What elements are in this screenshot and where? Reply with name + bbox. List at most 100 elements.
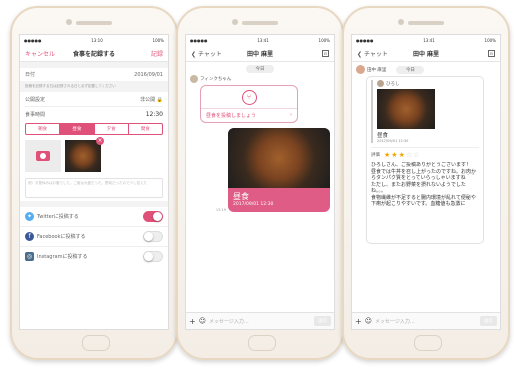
status-bar: ●●●●● 13:41 100% [186, 35, 334, 45]
signal-icon: ●●●●● [190, 37, 208, 43]
send-button[interactable]: 送信 [314, 316, 331, 326]
twitter-toggle[interactable] [143, 211, 163, 222]
home-button [414, 335, 442, 351]
battery-level: 100% [318, 37, 330, 43]
back-button[interactable]: ❮ チャット [357, 49, 388, 58]
front-camera [66, 19, 72, 25]
star-filled-icon: ★ [398, 151, 406, 159]
message-input[interactable]: メッセージ入力... [209, 318, 311, 325]
facebook-icon: f [25, 232, 34, 241]
battery-level: 100% [484, 37, 496, 43]
chevron-left-icon: ❮ [191, 50, 197, 58]
status-bar: ●●●●● 13:10 100% [20, 35, 168, 45]
date-chip: 今日 [396, 65, 425, 74]
back-button[interactable]: ❮ チャット [191, 49, 222, 58]
segment-snack[interactable]: 間食 [129, 124, 162, 134]
sender-row: 田中 麻里 今日 [352, 62, 500, 74]
prompt-card[interactable]: ⑂ 昼食を投稿しましょう › [200, 85, 298, 123]
plus-icon[interactable]: + [355, 317, 362, 326]
home-button [248, 335, 276, 351]
instagram-toggle[interactable] [143, 251, 163, 262]
status-time: 13:41 [257, 37, 269, 43]
date-label: 日付 [25, 72, 36, 78]
message-time: 13:19 [215, 208, 226, 212]
back-label: チャット [197, 50, 222, 58]
meal-datetime: 2017/09/01 12:30 [233, 202, 274, 207]
share-row-facebook: f Facebookに投稿する [20, 227, 168, 247]
meal-post-card[interactable]: 昼食 2017/09/01 12:30 [228, 128, 330, 212]
photo-row: × [20, 137, 168, 175]
meal-title: 昼食 [233, 192, 249, 201]
quoted-post[interactable]: ひろし 昼食 2017/09/01 12:30 [371, 80, 479, 143]
front-camera [232, 19, 238, 25]
food-photo [65, 140, 101, 172]
plus-icon[interactable]: + [189, 317, 196, 326]
front-camera [398, 19, 404, 25]
sender-name: フィンクちゃん [200, 77, 232, 82]
cancel-button[interactable]: キャンセル [25, 49, 55, 58]
screen-chat: ●●●●● 13:41 100% ❮ チャット 田中 麻里 ⊟ 今日 フィンクち… [185, 34, 335, 330]
sender-name: 田中 麻里 [367, 67, 387, 73]
public-value: 非公開 [140, 96, 156, 103]
segment-breakfast[interactable]: 朝食 [26, 124, 61, 134]
twitter-icon: ✦ [25, 212, 34, 221]
user-avatar [377, 80, 384, 87]
quoted-meal-title: 昼食 [377, 133, 389, 139]
star-empty-icon: ☆ [413, 151, 421, 159]
camera-icon [36, 151, 50, 161]
segment-lunch[interactable]: 昼食 [60, 124, 95, 134]
segment-dinner[interactable]: 夕食 [95, 124, 129, 134]
share-row-twitter: ✦ Twitterに投稿する [20, 207, 168, 227]
message-input[interactable]: メッセージ入力... [375, 318, 477, 325]
meal-time-label: 食事時間 [25, 111, 46, 118]
status-bar: ●●●●● 13:41 100% [352, 35, 500, 45]
lock-icon: 🔒 [156, 96, 163, 103]
signal-icon: ●●●●● [24, 37, 42, 43]
profile-icon[interactable]: ⊟ [487, 49, 495, 57]
home-button [82, 335, 110, 351]
remove-photo-icon[interactable]: × [96, 137, 104, 145]
meal-time-value: 12:30 [145, 110, 163, 118]
prompt-text: 昼食を投稿しましょう [206, 113, 257, 119]
screen-record-meal: ●●●●● 13:10 100% キャンセル 食事を記録する 記録 日付 201… [19, 34, 169, 330]
public-setting-row[interactable]: 公開設定 非公開 🔒 [20, 92, 168, 106]
emoji-icon[interactable]: ☺ [365, 317, 372, 325]
quoted-user-name: ひろし [386, 81, 400, 87]
reply-card: ひろし 昼食 2017/09/01 12:30 評価 ★★★☆☆ ひろしさん、ご… [366, 76, 484, 244]
send-button[interactable]: 送信 [480, 316, 497, 326]
meal-type-segmented: 朝食 昼食 夕食 間食 [25, 123, 163, 135]
star-filled-icon: ★ [391, 151, 399, 159]
sender-row: フィンクちゃん [186, 73, 334, 85]
share-label-twitter: Twitterに投稿する [37, 214, 79, 220]
phone-frame-chat: ●●●●● 13:41 100% ❮ チャット 田中 麻里 ⊟ 今日 フィンクち… [176, 6, 344, 360]
speaker [242, 21, 278, 25]
chevron-right-icon: › [290, 112, 292, 118]
nav-bar: キャンセル 食事を記録する 記録 [20, 45, 168, 62]
status-time: 13:41 [423, 37, 435, 43]
bot-avatar [190, 75, 198, 83]
photo-thumbnail[interactable]: × [65, 137, 104, 172]
speaker [76, 21, 112, 25]
phone-frame-chat-reply: ●●●●● 13:41 100% ❮ チャット 田中 麻里 ⊟ 田中 麻里 今日… [342, 6, 510, 360]
screen-chat-reply: ●●●●● 13:41 100% ❮ チャット 田中 麻里 ⊟ 田中 麻里 今日… [351, 34, 501, 330]
share-label-instagram: Instagramに投稿する [37, 254, 88, 260]
share-row-instagram: ◎ Instagramに投稿する [20, 247, 168, 266]
facebook-toggle[interactable] [143, 231, 163, 242]
emoji-icon[interactable]: ☺ [199, 317, 206, 325]
meal-time-row[interactable]: 食事時間 12:30 [20, 107, 168, 121]
cutlery-icon: ⑂ [241, 89, 257, 105]
save-button[interactable]: 記録 [151, 49, 163, 58]
signal-icon: ●●●●● [356, 37, 374, 43]
quoted-meal-datetime: 2017/09/01 12:30 [377, 139, 409, 143]
star-rating: ★★★☆☆ [384, 151, 420, 159]
coach-avatar [356, 65, 365, 74]
chevron-left-icon: ❮ [357, 50, 363, 58]
profile-icon[interactable]: ⊟ [321, 49, 329, 57]
date-row[interactable]: 日付 2016/09/01 [20, 68, 168, 81]
add-photo-button[interactable] [25, 140, 61, 172]
nav-bar: ❮ チャット 田中 麻里 ⊟ [186, 45, 334, 62]
phone-frame-record: ●●●●● 13:10 100% キャンセル 食事を記録する 記録 日付 201… [10, 6, 178, 360]
memo-textarea[interactable]: 例）お昼休みはお腹でした。ご飯は大盛だった。野菜だったので少し控えた [25, 178, 163, 198]
quoted-meal-photo [377, 89, 435, 129]
date-value: 2016/09/01 [134, 71, 163, 78]
